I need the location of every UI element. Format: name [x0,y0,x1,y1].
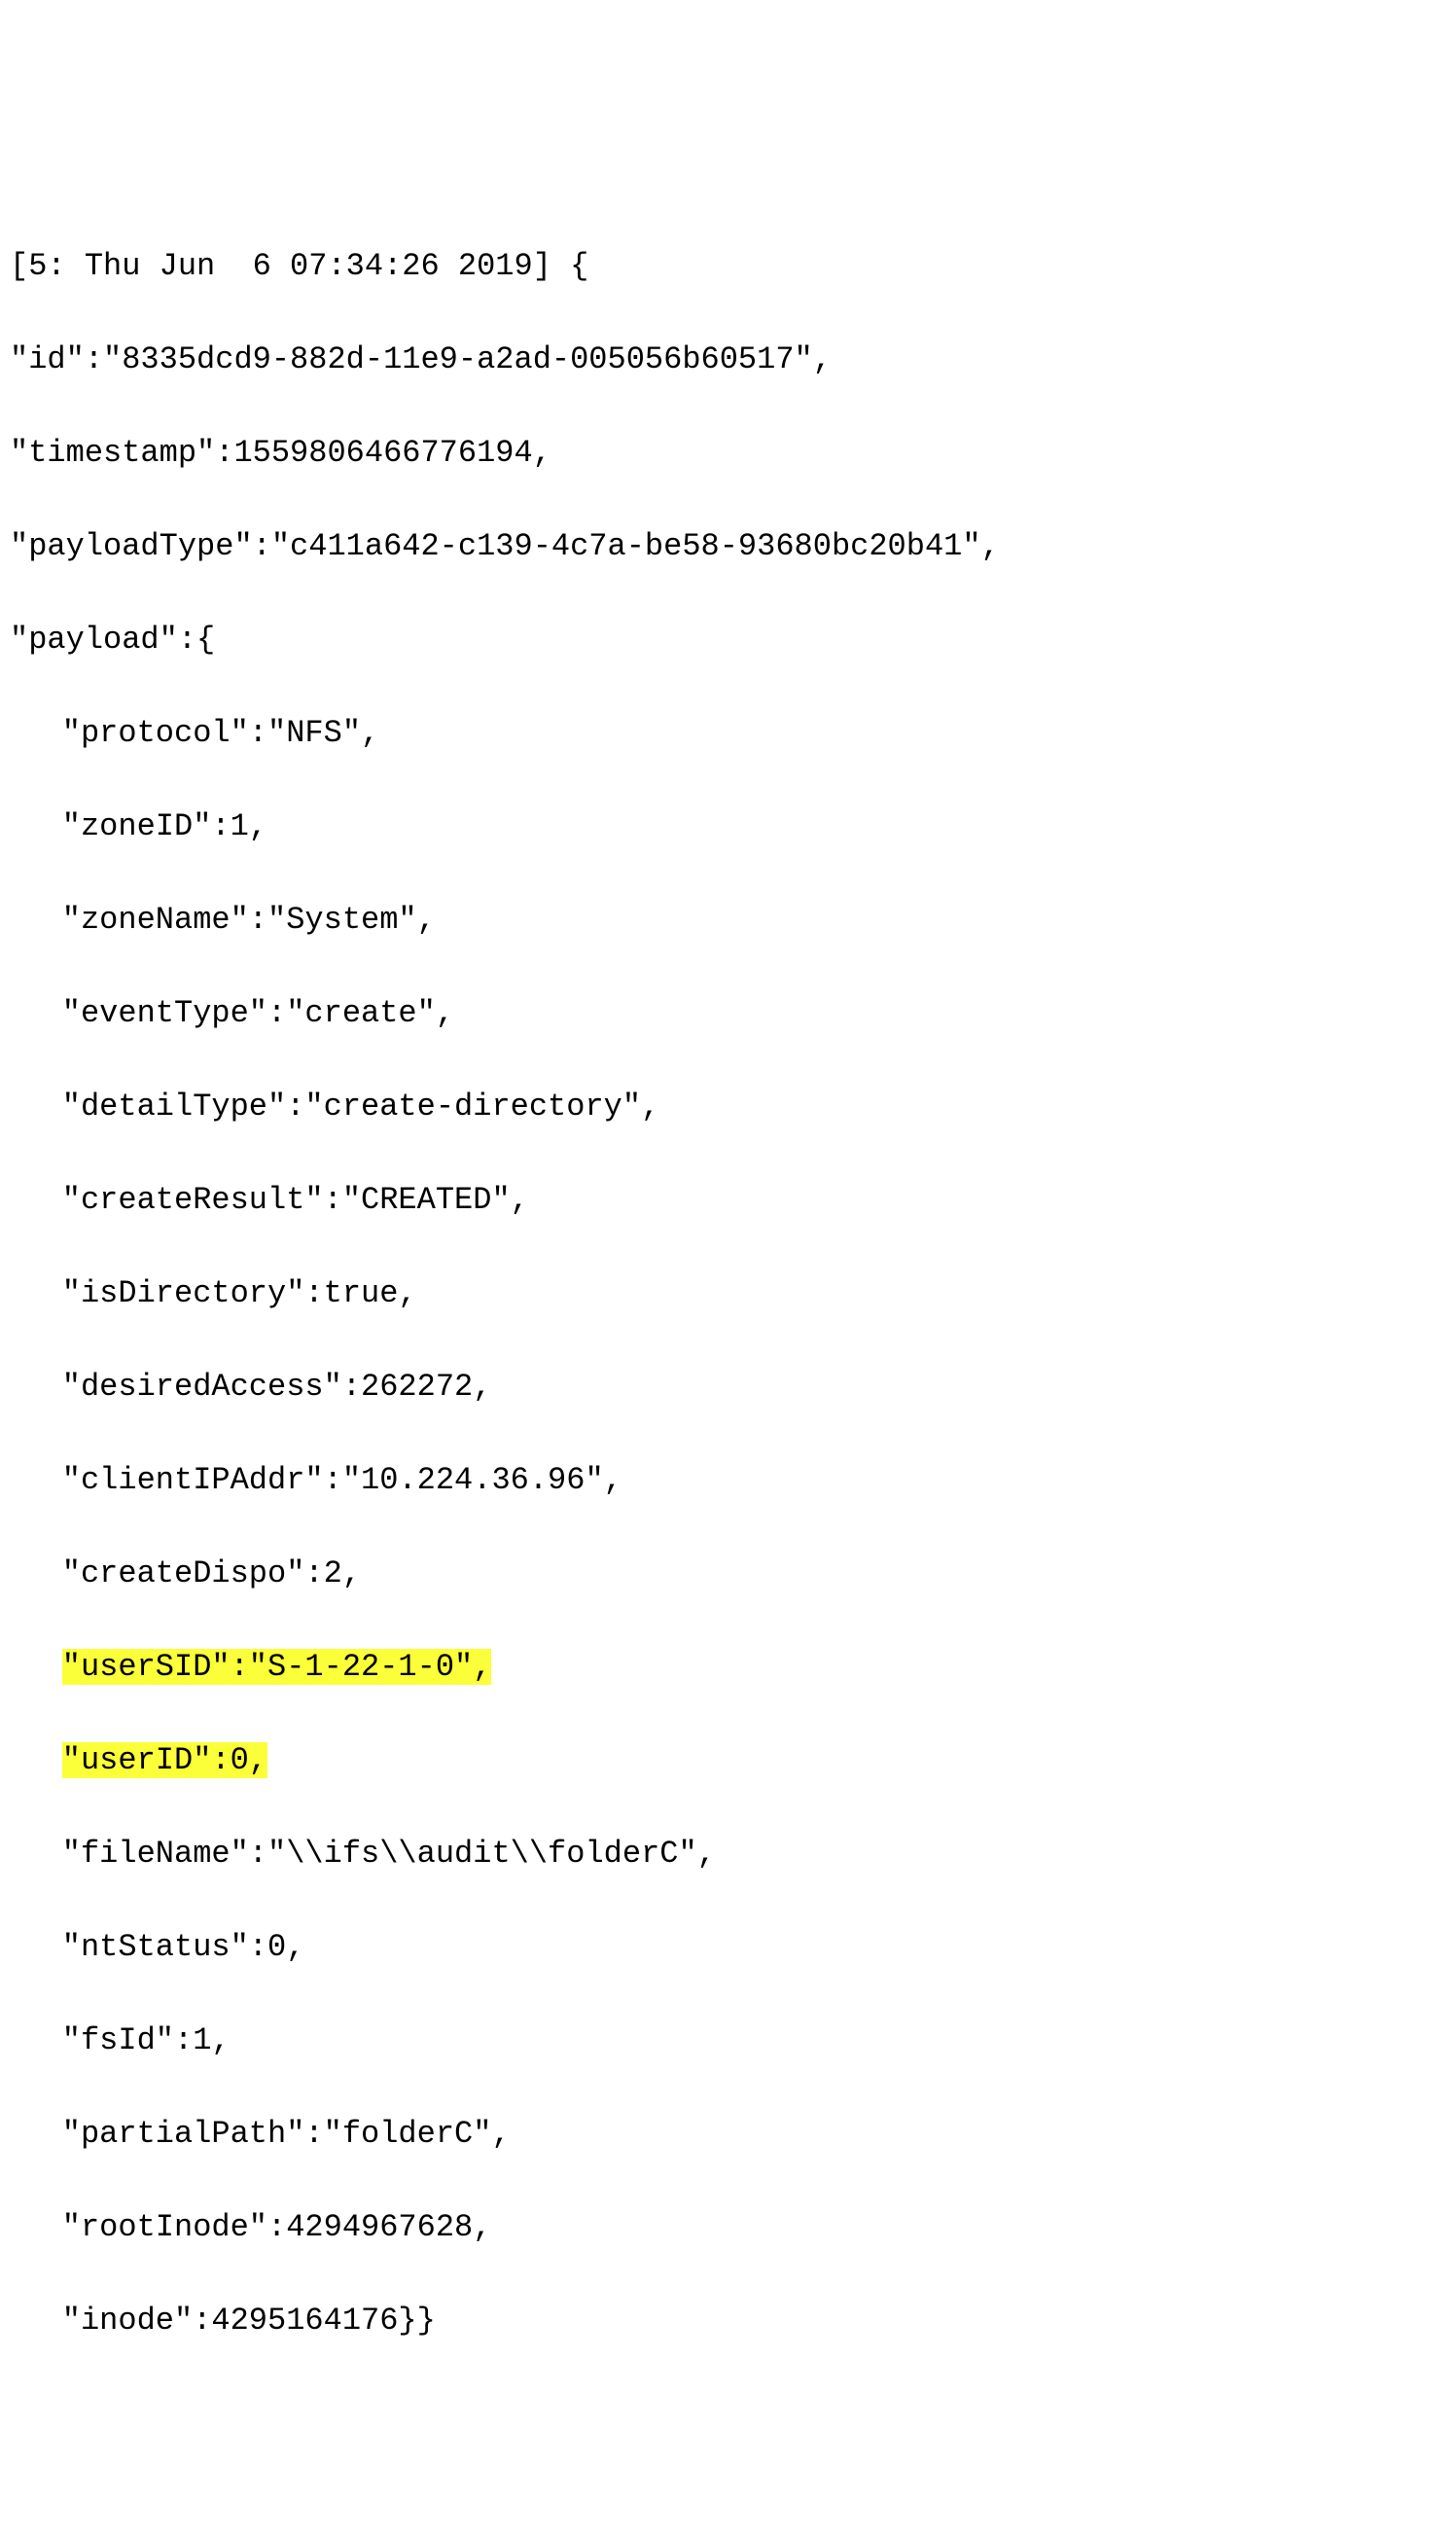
log-is-directory: "isDirectory":true, [10,1270,1446,1317]
log-file-name: "fileName":"\\ifs\\audit\\folderC", [10,1831,1446,1877]
log-zone-id: "zoneID":1, [10,804,1446,850]
log-user-sid-line: "userSID":"S-1-22-1-0", [10,1644,1446,1691]
log-zone-name: "zoneName":"System", [10,897,1446,944]
log-nt-status: "ntStatus":0, [10,1924,1446,1971]
log-partial-path: "partialPath":"folderC", [10,2111,1446,2158]
log-payload-open: "payload":{ [10,617,1446,663]
log-event-type: "eventType":"create", [10,990,1446,1037]
log-header: [5: Thu Jun 6 07:34:26 2019] { [10,243,1446,290]
log-output: [5: Thu Jun 6 07:34:26 2019] { "id":"833… [10,197,1446,2391]
log-root-inode: "rootInode":4294967628, [10,2204,1446,2251]
log-user-id-line: "userID":0, [10,1737,1446,1784]
log-create-dispo: "createDispo":2, [10,1551,1446,1597]
log-id: "id":"8335dcd9-882d-11e9-a2ad-005056b605… [10,337,1446,383]
log-detail-type: "detailType":"create-directory", [10,1084,1446,1130]
highlight-user-sid: "userSID":"S-1-22-1-0", [62,1649,492,1685]
log-fs-id: "fsId":1, [10,2018,1446,2064]
log-inode: "inode":4295164176}} [10,2298,1446,2344]
log-create-result: "createResult":"CREATED", [10,1177,1446,1224]
log-client-ip: "clientIPAddr":"10.224.36.96", [10,1457,1446,1504]
highlight-user-id: "userID":0, [62,1742,267,1778]
log-desired-access: "desiredAccess":262272, [10,1364,1446,1411]
log-payload-type: "payloadType":"c411a642-c139-4c7a-be58-9… [10,523,1446,570]
log-protocol: "protocol":"NFS", [10,710,1446,757]
log-timestamp: "timestamp":1559806466776194, [10,430,1446,477]
